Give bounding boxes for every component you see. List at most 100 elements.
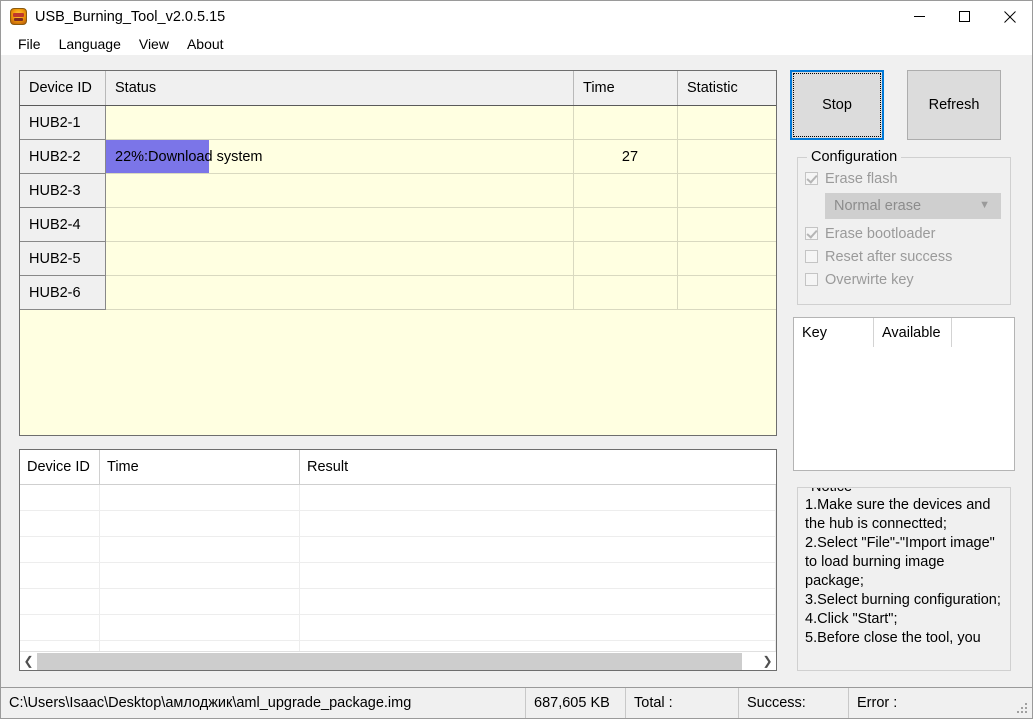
table-row[interactable]: HUB2-222%:Download system27	[20, 140, 776, 174]
result-cell	[100, 615, 300, 641]
maximize-button[interactable]	[942, 1, 987, 32]
checkbox-erase-flash[interactable]: Erase flash	[805, 167, 1010, 190]
close-button[interactable]	[987, 1, 1032, 32]
statistic-cell	[678, 174, 776, 207]
checkbox-erase-bootloader-label: Erase bootloader	[825, 226, 935, 242]
table-row[interactable]	[20, 537, 776, 563]
result-cell	[20, 563, 100, 589]
status-total: Total :	[626, 688, 739, 719]
checkmark-icon	[805, 172, 818, 185]
menu-item-about[interactable]: About	[178, 34, 233, 54]
column-header-statistic[interactable]: Statistic	[678, 71, 776, 105]
configuration-group: Configuration Erase flash Normal erase ▼…	[797, 157, 1011, 305]
device-table-empty-area	[20, 310, 776, 436]
status-cell	[106, 106, 574, 139]
device-table-body: HUB2-1HUB2-222%:Download system27HUB2-3H…	[20, 106, 776, 310]
erase-mode-select[interactable]: Normal erase ▼	[825, 193, 1001, 219]
scrollbar-thumb[interactable]	[37, 653, 742, 670]
column-header-result-device-id[interactable]: Device ID	[20, 450, 100, 484]
time-cell	[574, 208, 678, 241]
result-cell	[20, 615, 100, 641]
status-cell: 22%:Download system	[106, 140, 574, 173]
key-table-header: Key Available	[794, 318, 1014, 348]
result-cell	[20, 537, 100, 563]
minimize-button[interactable]	[897, 1, 942, 32]
menu-item-view[interactable]: View	[130, 34, 178, 54]
status-file-size: 687,605 KB	[526, 688, 626, 719]
checkbox-overwrite-key-label: Overwirte key	[825, 272, 914, 288]
refresh-button-label: Refresh	[929, 97, 980, 113]
statistic-cell	[678, 208, 776, 241]
column-header-key[interactable]: Key	[794, 318, 874, 347]
notice-title: Notice	[807, 487, 856, 495]
status-bar: C:\Users\Isaac\Desktop\амлоджик\aml_upgr…	[1, 687, 1032, 718]
status-cell	[106, 276, 574, 309]
column-header-result[interactable]: Result	[300, 450, 776, 484]
column-header-status[interactable]: Status	[106, 71, 574, 105]
table-row[interactable]	[20, 589, 776, 615]
result-cell	[300, 511, 776, 537]
result-table-header: Device ID Time Result	[20, 450, 776, 485]
device-id-cell: HUB2-3	[20, 174, 106, 208]
notice-text: 1.Make sure the devices and the hub is c…	[798, 488, 1010, 648]
result-cell	[100, 537, 300, 563]
key-table-header-filler	[952, 318, 1014, 347]
configuration-title: Configuration	[807, 149, 901, 165]
erase-mode-value: Normal erase	[834, 198, 921, 214]
chevron-left-icon[interactable]: ❮	[20, 652, 37, 671]
checkbox-erase-bootloader[interactable]: Erase bootloader	[805, 222, 1010, 245]
menu-item-file[interactable]: File	[9, 34, 50, 54]
device-id-cell: HUB2-4	[20, 208, 106, 242]
status-cell	[106, 174, 574, 207]
result-cell	[100, 511, 300, 537]
menu-item-language[interactable]: Language	[50, 34, 130, 54]
table-row[interactable]	[20, 485, 776, 511]
device-id-cell: HUB2-6	[20, 276, 106, 310]
status-error: Error :	[849, 688, 1032, 719]
table-row[interactable]	[20, 511, 776, 537]
time-cell: 27	[574, 140, 678, 173]
table-row[interactable]: HUB2-5	[20, 242, 776, 276]
result-cell	[100, 563, 300, 589]
resize-grip-icon[interactable]	[1017, 703, 1029, 715]
chevron-right-icon[interactable]: ❯	[759, 652, 776, 671]
stop-button-label: Stop	[822, 97, 852, 113]
column-header-available[interactable]: Available	[874, 318, 952, 347]
table-row[interactable]	[20, 615, 776, 641]
scrollbar-track[interactable]	[37, 652, 759, 671]
result-cell	[300, 485, 776, 511]
window-controls	[897, 1, 1032, 32]
refresh-button[interactable]: Refresh	[907, 70, 1001, 140]
statistic-cell	[678, 106, 776, 139]
checkbox-reset-after-success[interactable]: Reset after success	[805, 245, 1010, 268]
column-header-time[interactable]: Time	[574, 71, 678, 105]
result-horizontal-scrollbar[interactable]: ❮ ❯	[20, 651, 776, 670]
table-row[interactable]: HUB2-3	[20, 174, 776, 208]
table-row[interactable]: HUB2-1	[20, 106, 776, 140]
device-table[interactable]: Device ID Status Time Statistic HUB2-1 HU…	[19, 70, 777, 436]
device-table-header: Device ID Status Time Statistic	[20, 71, 776, 106]
table-row[interactable]: HUB2-6	[20, 276, 776, 310]
key-table[interactable]: Key Available	[793, 317, 1015, 471]
time-cell	[574, 174, 678, 207]
result-cell	[20, 485, 100, 511]
result-cell	[300, 563, 776, 589]
result-cell	[20, 511, 100, 537]
result-cell	[100, 485, 300, 511]
column-header-result-time[interactable]: Time	[100, 450, 300, 484]
table-row[interactable]: HUB2-4	[20, 208, 776, 242]
statistic-cell	[678, 140, 776, 173]
checkbox-overwrite-key[interactable]: Overwirte key	[805, 268, 1010, 291]
time-cell	[574, 276, 678, 309]
statistic-cell	[678, 276, 776, 309]
stop-button[interactable]: Stop	[790, 70, 884, 140]
result-table[interactable]: Device ID Time Result ❮ ❯	[19, 449, 777, 671]
table-row[interactable]	[20, 563, 776, 589]
result-cell	[100, 589, 300, 615]
time-cell	[574, 106, 678, 139]
device-id-cell: HUB2-1	[20, 106, 106, 140]
status-text: 22%:Download system	[106, 149, 263, 165]
checkbox-icon	[805, 250, 818, 263]
column-header-device-id[interactable]: Device ID	[20, 71, 106, 105]
chevron-down-icon: ▼	[979, 199, 990, 211]
